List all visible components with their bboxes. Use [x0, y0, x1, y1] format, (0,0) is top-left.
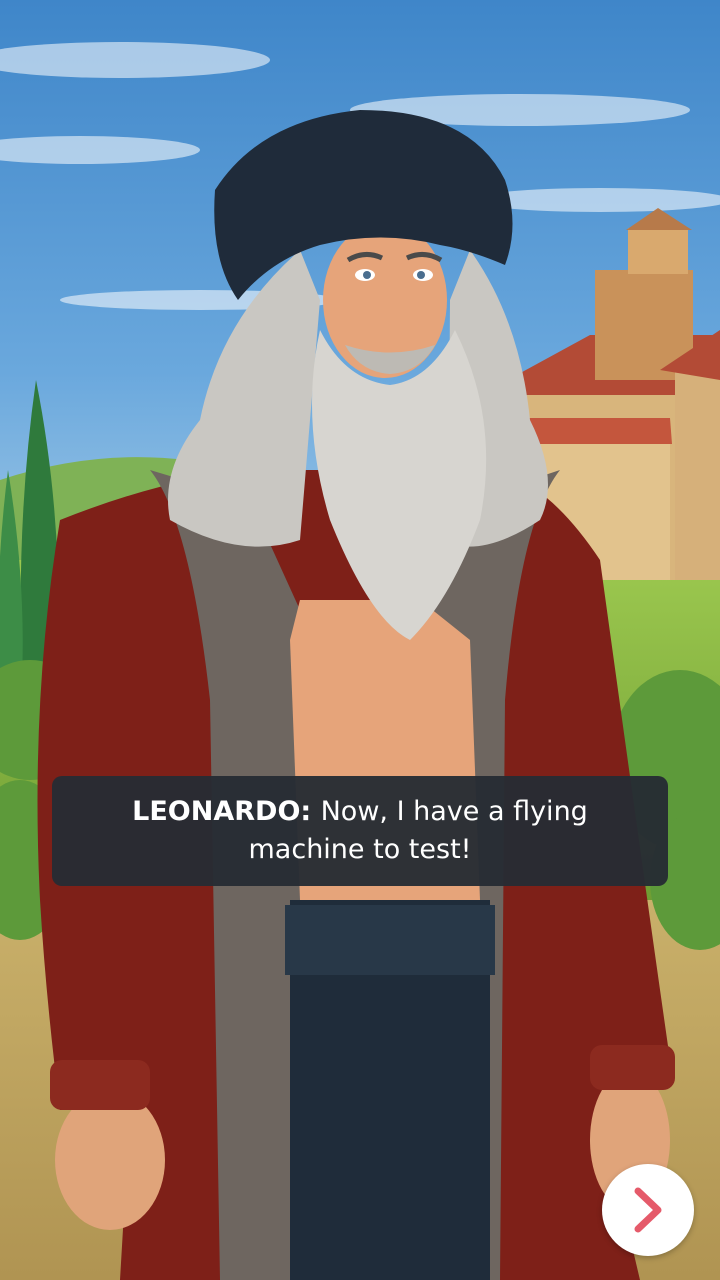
next-button[interactable]: [602, 1164, 694, 1256]
speaker-name: LEONARDO:: [132, 796, 321, 827]
dialog-line: LEONARDO: Now, I have a flying machine t…: [92, 793, 628, 869]
dialog-box[interactable]: LEONARDO: Now, I have a flying machine t…: [52, 776, 668, 886]
chevron-right-icon: [634, 1187, 662, 1233]
scene-background: [0, 0, 720, 1280]
